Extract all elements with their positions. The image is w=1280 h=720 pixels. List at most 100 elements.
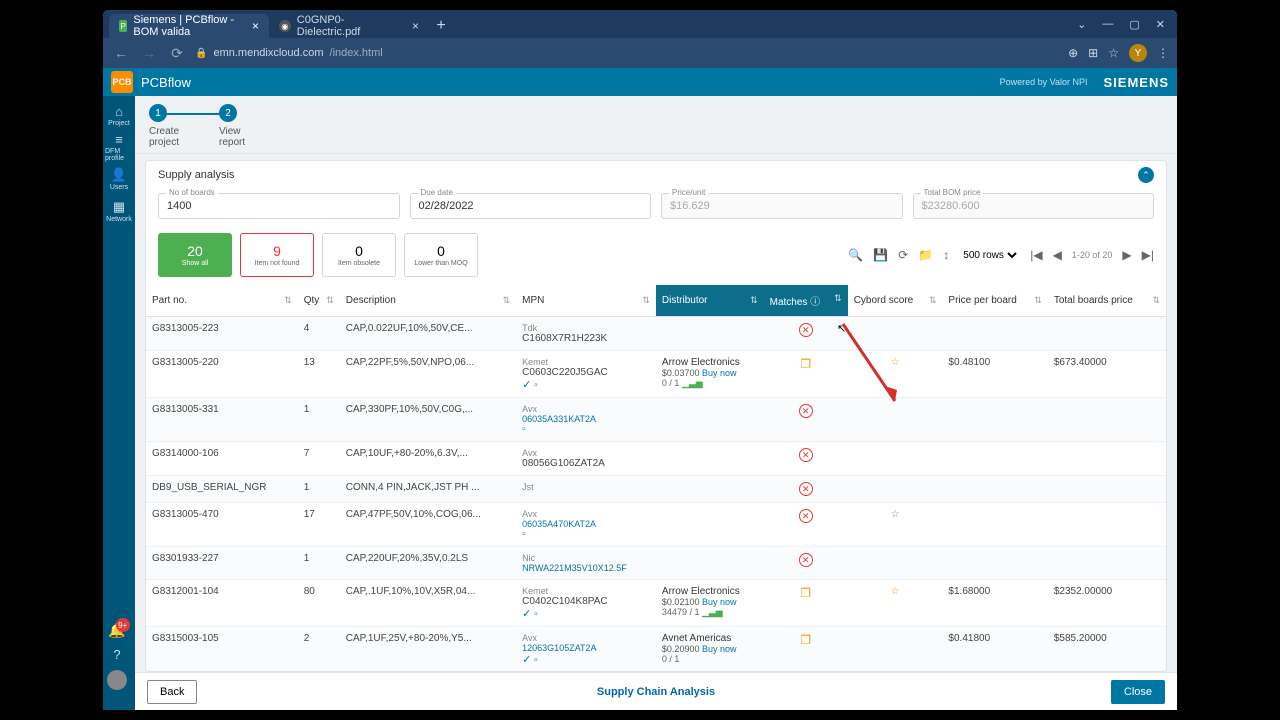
rail-network[interactable]: ▦Network bbox=[105, 196, 133, 226]
favicon-pdf-icon: ◉ bbox=[279, 20, 291, 32]
col-mpn[interactable]: MPN⇅ bbox=[516, 285, 656, 317]
next-page-icon[interactable]: ▶ bbox=[1122, 248, 1131, 262]
card-show-all[interactable]: 20Show all bbox=[158, 233, 232, 277]
chevron-down-icon[interactable]: ⌄ bbox=[1077, 18, 1086, 31]
due-date-field[interactable]: Due date bbox=[410, 193, 652, 219]
no-match-icon: ✕ bbox=[799, 553, 813, 567]
col-desc[interactable]: Description⇅ bbox=[340, 285, 516, 317]
col-ppb[interactable]: Price per board⇅ bbox=[942, 285, 1047, 317]
sort-icon: ⇅ bbox=[750, 295, 758, 306]
browser-tab-active[interactable]: P Siemens | PCBflow - BOM valida × bbox=[109, 14, 269, 38]
close-button[interactable]: Close bbox=[1111, 680, 1165, 704]
user-icon: 👤 bbox=[111, 167, 127, 183]
sort-icon: ⇅ bbox=[1152, 295, 1160, 306]
rail-dfm-profile[interactable]: ≡DFM profile bbox=[105, 132, 133, 162]
reload-icon[interactable]: ⟳ bbox=[167, 43, 187, 63]
col-cybord[interactable]: Cybord score⇅ bbox=[848, 285, 943, 317]
sort-icon: ⇅ bbox=[326, 295, 334, 306]
no-match-icon: ✕ bbox=[799, 323, 813, 337]
col-distributor[interactable]: Distributor⇅ bbox=[656, 285, 764, 317]
rail-project[interactable]: ⌂Project bbox=[105, 100, 133, 130]
info-icon[interactable]: ⓘ bbox=[810, 297, 820, 308]
sort-icon: ⇅ bbox=[642, 295, 650, 306]
step-create-project[interactable]: 1 Createproject bbox=[149, 104, 179, 148]
table-row[interactable]: G8314000-1067CAP,10UF,+80-20%,6.3V,...Av… bbox=[146, 442, 1166, 476]
lock-icon: 🔒 bbox=[195, 48, 207, 59]
new-tab-button[interactable]: + bbox=[429, 14, 453, 38]
table-row[interactable]: G8301933-2271CAP,220UF,20%,35V,0.2LSNicN… bbox=[146, 547, 1166, 580]
tab-close-icon[interactable]: × bbox=[252, 19, 259, 33]
menu-icon[interactable]: ⋮ bbox=[1157, 46, 1169, 60]
forward-icon[interactable]: → bbox=[139, 43, 159, 63]
table-row[interactable]: G8312001-10480CAP,.1UF,10%,10V,X5R,04...… bbox=[146, 580, 1166, 627]
url-host: emn.mendixcloud.com bbox=[213, 47, 323, 59]
buy-now-link[interactable]: Buy now bbox=[702, 597, 737, 607]
app-logo-icon: PCB bbox=[111, 71, 133, 93]
close-window-icon[interactable]: ✕ bbox=[1156, 18, 1165, 31]
bars-icon: ▁▃▅ bbox=[682, 378, 703, 388]
user-avatar[interactable] bbox=[107, 670, 127, 690]
search-icon[interactable]: 🔍 bbox=[848, 248, 863, 262]
profile-avatar[interactable]: Y bbox=[1129, 44, 1147, 62]
home-icon: ⌂ bbox=[115, 104, 123, 119]
no-of-boards-field[interactable]: No of boards bbox=[158, 193, 400, 219]
box-icon: ▫ bbox=[534, 609, 538, 620]
save-icon[interactable]: 💾 bbox=[873, 248, 888, 262]
rail-users[interactable]: 👤Users bbox=[105, 164, 133, 194]
step-view-report[interactable]: 2 Viewreport bbox=[219, 104, 245, 148]
sort-icon[interactable]: ↕ bbox=[943, 248, 949, 262]
card-item-obsolete[interactable]: 0Item obsolete bbox=[322, 233, 396, 277]
extension-icon[interactable]: ⊞ bbox=[1088, 46, 1098, 60]
refresh-icon[interactable]: ⟳ bbox=[898, 248, 908, 262]
zoom-icon[interactable]: ⊕ bbox=[1068, 46, 1078, 60]
maximize-icon[interactable]: ▢ bbox=[1129, 18, 1139, 31]
table-row[interactable]: G8315003-1052CAP,1UF,25V,+80-20%,Y5...Av… bbox=[146, 627, 1166, 672]
url-path: /index.html bbox=[330, 47, 383, 59]
col-matches[interactable]: Matches ⓘ⇅ bbox=[764, 285, 848, 317]
table-row[interactable]: G8313005-3311CAP,330PF,10%,50V,C0G,...Av… bbox=[146, 398, 1166, 442]
sort-icon: ⇅ bbox=[503, 295, 511, 306]
table-row[interactable]: G8313005-47017CAP,47PF,50V,10%,COG,06...… bbox=[146, 503, 1166, 547]
check-icon: ✓ bbox=[522, 379, 531, 391]
first-page-icon[interactable]: |◀ bbox=[1030, 248, 1042, 262]
card-item-not-found[interactable]: 9Item not found bbox=[240, 233, 314, 277]
match-stack-icon: ❐ bbox=[800, 357, 811, 371]
table-row[interactable]: G8313005-22013CAP,22PF,5%,50V,NPO,06...K… bbox=[146, 351, 1166, 398]
page-indicator: 1-20 of 20 bbox=[1072, 250, 1113, 260]
sort-icon: ⇅ bbox=[1034, 295, 1042, 306]
bookmark-icon[interactable]: ☆ bbox=[1108, 46, 1119, 60]
favicon-pcb-icon: P bbox=[119, 20, 127, 32]
table-row[interactable]: G8313005-2234CAP,0.022UF,10%,50V,CE...Td… bbox=[146, 317, 1166, 351]
minimize-icon[interactable]: ― bbox=[1102, 18, 1113, 31]
footer-caption: Supply Chain Analysis bbox=[597, 686, 715, 698]
box-icon: ▫ bbox=[522, 529, 526, 540]
url-field[interactable]: 🔒 emn.mendixcloud.com/index.html bbox=[195, 47, 1060, 59]
app-title: PCBflow bbox=[141, 75, 191, 90]
last-page-icon[interactable]: ▶| bbox=[1142, 248, 1154, 262]
panel-title: Supply analysis bbox=[158, 169, 234, 181]
back-icon[interactable]: ← bbox=[111, 43, 131, 63]
price-unit-field: Price/unit bbox=[661, 193, 903, 219]
buy-now-link[interactable]: Buy now bbox=[702, 368, 737, 378]
star-icon: ☆ bbox=[891, 509, 900, 520]
check-icon: ✓ bbox=[522, 608, 531, 620]
buy-now-link[interactable]: Buy now bbox=[702, 644, 737, 654]
match-stack-icon: ❐ bbox=[800, 586, 811, 600]
no-match-icon: ✕ bbox=[799, 448, 813, 462]
notifications-icon[interactable]: 🔔9+ bbox=[108, 622, 125, 639]
tab-close-icon[interactable]: × bbox=[412, 19, 419, 33]
help-icon[interactable]: ? bbox=[113, 647, 120, 662]
prev-page-icon[interactable]: ◀ bbox=[1053, 248, 1062, 262]
col-qty[interactable]: Qty⇅ bbox=[298, 285, 340, 317]
collapse-icon[interactable]: ⌃ bbox=[1138, 167, 1154, 183]
box-icon: ▫ bbox=[522, 424, 526, 435]
rows-per-page-select[interactable]: 500 rows bbox=[959, 249, 1020, 262]
back-button[interactable]: Back bbox=[147, 680, 197, 704]
table-row[interactable]: DB9_USB_SERIAL_NGR1CONN,4 PIN,JACK,JST P… bbox=[146, 476, 1166, 503]
col-tbp[interactable]: Total boards price⇅ bbox=[1048, 285, 1166, 317]
browser-tab[interactable]: ◉ C0GNP0-Dielectric.pdf × bbox=[269, 14, 429, 38]
tab-title: Siemens | PCBflow - BOM valida bbox=[133, 14, 246, 38]
card-lower-moq[interactable]: 0Lower than MOQ bbox=[404, 233, 478, 277]
col-partno[interactable]: Part no.⇅ bbox=[146, 285, 298, 317]
folder-icon[interactable]: 📁 bbox=[918, 248, 933, 262]
